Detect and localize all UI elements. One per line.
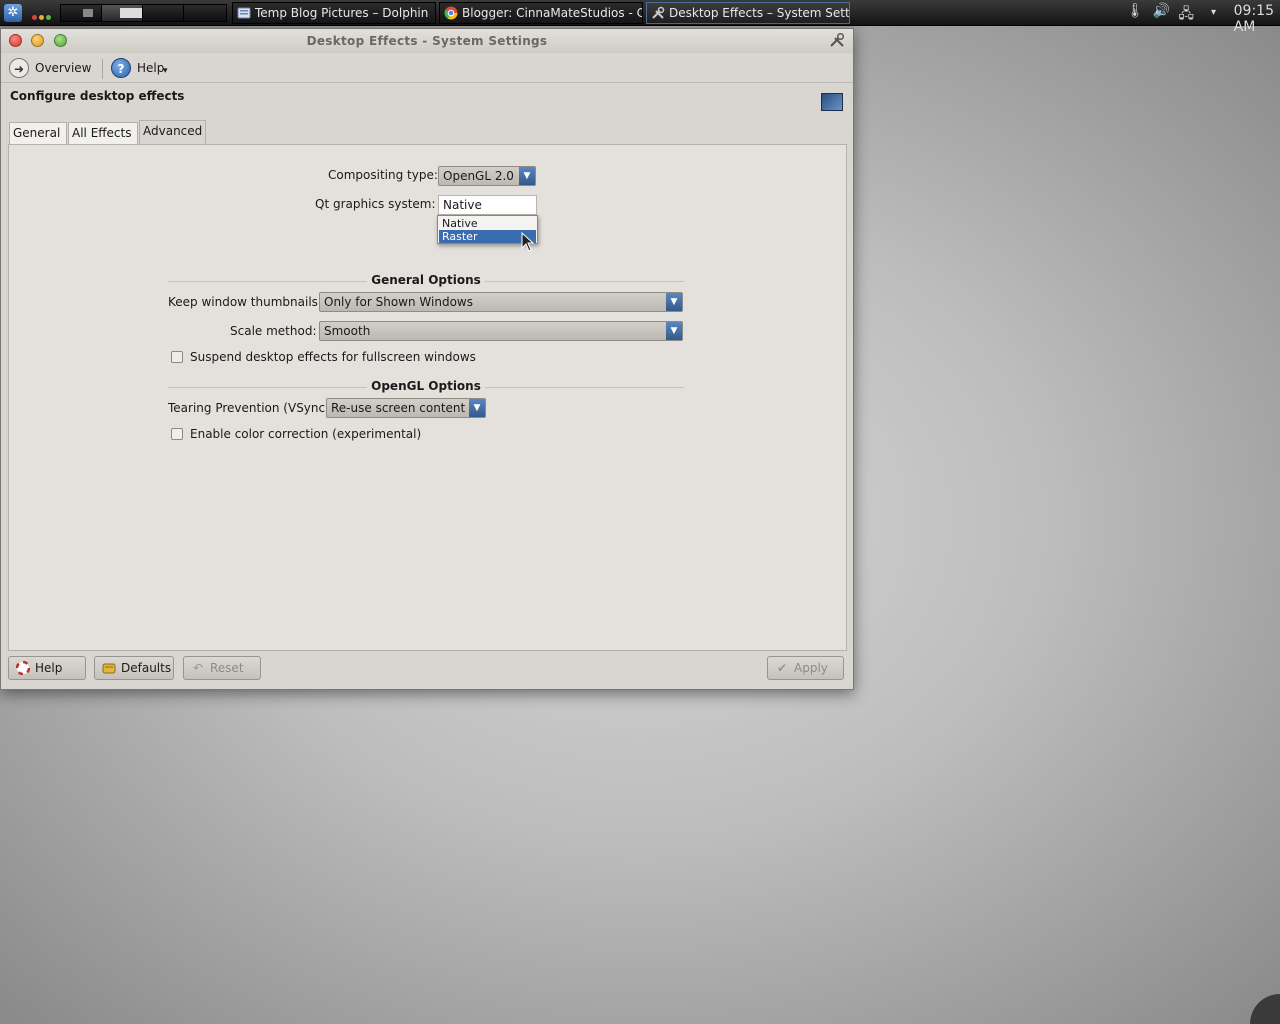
checkmark-icon: ✔ xyxy=(776,661,788,675)
task-system-settings[interactable]: Desktop Effects – System Setti xyxy=(646,2,850,24)
window-dots-icon[interactable] xyxy=(32,10,53,23)
keep-thumbnails-select[interactable]: Only for Shown Windows ▼ xyxy=(319,292,683,312)
tearing-prevention-label: Tearing Prevention (VSync) xyxy=(168,401,330,415)
chrome-icon xyxy=(444,6,458,20)
chevron-down-icon: ▼ xyxy=(666,322,682,340)
help-menu-button[interactable]: ? Help ▾ xyxy=(111,56,168,80)
compositing-type-label: Compositing type: xyxy=(328,168,438,182)
volume-icon[interactable]: 🔊 xyxy=(1153,3,1170,19)
desktop-effects-icon xyxy=(821,93,843,111)
thermometer-icon[interactable]: 🌡 xyxy=(1126,3,1144,19)
suspend-effects-checkbox[interactable] xyxy=(171,351,183,363)
qt-graphics-label: Qt graphics system: xyxy=(315,197,436,211)
task-dolphin[interactable]: Temp Blog Pictures – Dolphin xyxy=(232,2,436,24)
keep-thumbnails-label: Keep window thumbnails: xyxy=(168,295,322,309)
top-panel: ✲ Temp Blog Pictures – Dolphin Blogger: … xyxy=(0,0,1280,35)
title-bar[interactable]: Desktop Effects - System Settings xyxy=(1,29,853,53)
color-correction-label[interactable]: Enable color correction (experimental) xyxy=(190,427,421,441)
chevron-down-icon: ▾ xyxy=(163,66,168,76)
qt-graphics-select[interactable]: Native xyxy=(438,195,537,215)
mouse-cursor-icon xyxy=(521,231,535,252)
chevron-down-icon: ▼ xyxy=(666,293,682,311)
undo-icon: ↶ xyxy=(192,661,204,675)
apply-button[interactable]: ✔ Apply xyxy=(767,656,844,680)
help-icon: ? xyxy=(111,58,131,78)
option-native[interactable]: Native xyxy=(439,217,536,230)
pager-desktop-4[interactable] xyxy=(183,4,227,22)
reset-button[interactable]: ↶ Reset xyxy=(183,656,261,680)
chevron-down-icon: ▼ xyxy=(519,167,535,185)
desktop-corner-toolbox-icon[interactable] xyxy=(1250,994,1280,1024)
tab-advanced[interactable]: Advanced xyxy=(139,120,206,145)
compositing-type-select[interactable]: OpenGL 2.0 ▼ xyxy=(438,166,536,186)
window-title: Desktop Effects - System Settings xyxy=(306,34,548,48)
opengl-options-heading: OpenGL Options xyxy=(168,379,684,393)
tab-general[interactable]: General xyxy=(9,122,67,144)
general-options-heading: General Options xyxy=(168,273,684,287)
toolbar: ➜ Overview ? Help ▾ xyxy=(1,53,853,83)
defaults-button[interactable]: Defaults xyxy=(94,656,174,680)
wrench-icon[interactable] xyxy=(829,32,845,52)
overview-button[interactable]: ➜ Overview xyxy=(9,56,92,80)
scale-method-select[interactable]: Smooth ▼ xyxy=(319,321,683,341)
task-chrome[interactable]: Blogger: CinnaMateStudios - C xyxy=(439,2,643,24)
page-title: Configure desktop effects xyxy=(10,89,185,103)
help-lifebuoy-icon xyxy=(15,660,31,676)
system-settings-icon xyxy=(651,6,665,20)
toolbar-separator xyxy=(102,59,103,79)
scale-method-label: Scale method: xyxy=(230,324,317,338)
defaults-icon xyxy=(102,661,116,675)
color-correction-checkbox[interactable] xyxy=(171,428,183,440)
tab-all-effects[interactable]: All Effects xyxy=(68,122,138,144)
back-arrow-icon: ➜ xyxy=(9,58,29,78)
kde-menu-icon[interactable]: ✲ xyxy=(4,4,22,22)
chevron-down-icon: ▼ xyxy=(469,399,485,417)
network-icon[interactable]: 🖧 xyxy=(1178,3,1194,27)
tearing-prevention-select[interactable]: Re-use screen content ▼ xyxy=(326,398,486,418)
tray-expand-icon[interactable]: ▾ xyxy=(1211,7,1216,18)
suspend-effects-label[interactable]: Suspend desktop effects for fullscreen w… xyxy=(190,350,476,364)
clock[interactable]: 09:15 AM xyxy=(1234,3,1274,35)
help-button[interactable]: Help xyxy=(8,656,86,680)
dolphin-icon xyxy=(237,6,251,20)
